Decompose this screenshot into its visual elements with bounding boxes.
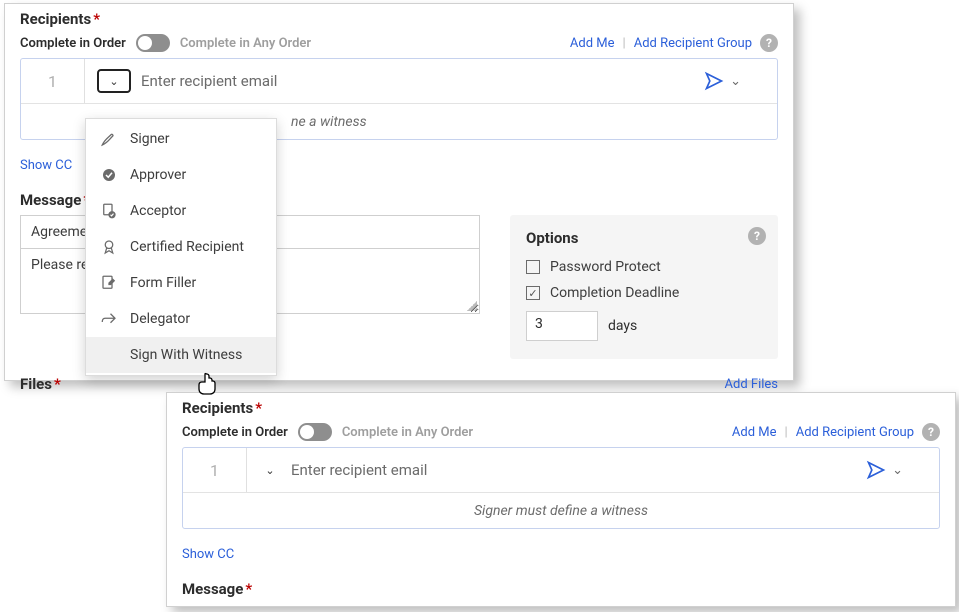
password-checkbox[interactable] (526, 260, 540, 274)
role-picker[interactable]: ⌄ (97, 69, 131, 93)
add-me-link[interactable]: Add Me (732, 425, 777, 440)
complete-any-order-label: Complete in Any Order (180, 36, 311, 51)
required-asterisk: * (245, 580, 252, 598)
chevron-down-icon[interactable]: ⌄ (892, 463, 903, 478)
recipient-row: 1 ⌄ Enter recipient email ⌄ (21, 59, 777, 103)
files-heading: Files* (20, 375, 61, 393)
complete-in-order-label: Complete in Order (20, 36, 126, 51)
days-label: days (608, 318, 637, 334)
add-files-link[interactable]: Add Files (725, 377, 778, 392)
role-option-label: Acceptor (130, 203, 186, 219)
options-card: ? Options Password Protect Completion De… (510, 215, 778, 359)
blank-icon (100, 346, 118, 364)
role-option-label: Approver (130, 167, 186, 183)
required-asterisk: * (93, 10, 100, 28)
days-input[interactable]: 3 (526, 311, 598, 341)
recipient-actions: ⌄ (704, 71, 777, 91)
help-icon[interactable]: ? (760, 34, 778, 52)
files-row: Files* Add Files (20, 375, 778, 393)
toggle-knob (300, 425, 314, 439)
order-right: Add Me | Add Recipient Group ? (570, 34, 778, 52)
forward-icon (100, 310, 118, 328)
recipient-email-input[interactable]: Enter recipient email (141, 72, 704, 90)
role-option-label: Certified Recipient (130, 239, 244, 255)
send-icon[interactable] (704, 71, 724, 91)
role-option-sign-with-witness[interactable]: Sign With Witness (86, 337, 276, 373)
add-me-link[interactable]: Add Me (570, 36, 615, 51)
role-option-label: Sign With Witness (130, 347, 242, 363)
role-option-formfiller[interactable]: Form Filler (86, 265, 276, 301)
role-dropdown: Signer Approver Acceptor Certified Recip… (85, 118, 277, 376)
role-option-approver[interactable]: Approver (86, 157, 276, 193)
help-icon[interactable]: ? (748, 227, 766, 245)
recipient-row: 1 ⌄ Enter recipient email ⌄ (183, 448, 939, 492)
send-icon[interactable] (866, 460, 886, 480)
days-row: 3 days (526, 311, 762, 341)
panel-after: Recipients* Complete in Order Complete i… (166, 392, 956, 607)
recipients-heading-text: Recipients (20, 10, 91, 28)
option-password-row: Password Protect (526, 259, 762, 275)
required-asterisk: * (54, 375, 61, 393)
show-cc-link[interactable]: Show CC (182, 547, 940, 562)
option-deadline-row: Completion Deadline (526, 285, 762, 301)
order-left: Complete in Order Complete in Any Order (20, 34, 311, 52)
files-heading-text: Files (20, 375, 52, 393)
doc-check-icon (100, 202, 118, 220)
separator: | (623, 36, 626, 51)
witness-hint-row: Signer must define a witness (183, 492, 939, 528)
chevron-down-icon[interactable]: ⌄ (730, 74, 741, 89)
recipient-number: 1 (183, 448, 247, 492)
ribbon-icon (100, 238, 118, 256)
complete-in-order-label: Complete in Order (182, 425, 288, 440)
deadline-label: Completion Deadline (550, 285, 679, 301)
order-left: Complete in Order Complete in Any Order (182, 423, 473, 441)
recipient-email-input[interactable]: Enter recipient email (291, 461, 866, 479)
chevron-down-icon: ⌄ (109, 75, 118, 88)
separator: | (785, 425, 788, 440)
role-option-acceptor[interactable]: Acceptor (86, 193, 276, 229)
role-option-label: Delegator (130, 311, 190, 327)
order-row: Complete in Order Complete in Any Order … (182, 423, 940, 441)
recipients-heading: Recipients* (20, 10, 778, 28)
add-recipient-group-link[interactable]: Add Recipient Group (796, 425, 914, 440)
role-option-delegator[interactable]: Delegator (86, 301, 276, 337)
required-asterisk: * (255, 399, 262, 417)
order-right: Add Me | Add Recipient Group ? (732, 423, 940, 441)
check-circle-icon (100, 166, 118, 184)
options-heading: Options (526, 229, 762, 247)
toggle-knob (138, 36, 152, 50)
role-picker[interactable]: ⌄ (259, 458, 281, 482)
recipient-actions: ⌄ (866, 460, 939, 480)
role-option-certified[interactable]: Certified Recipient (86, 229, 276, 265)
add-recipient-group-link[interactable]: Add Recipient Group (634, 36, 752, 51)
message-heading-text: Message (182, 580, 243, 598)
role-option-label: Form Filler (130, 275, 196, 291)
chevron-down-icon: ⌄ (265, 464, 274, 477)
role-option-signer[interactable]: Signer (86, 121, 276, 157)
doc-edit-icon (100, 274, 118, 292)
deadline-checkbox[interactable] (526, 286, 540, 300)
message-heading: Message* (182, 580, 940, 598)
recipients-heading-text: Recipients (182, 399, 253, 417)
password-label: Password Protect (550, 259, 661, 275)
order-toggle[interactable] (298, 423, 332, 441)
order-toggle[interactable] (136, 34, 170, 52)
help-icon[interactable]: ? (922, 423, 940, 441)
panel-before: Recipients* Complete in Order Complete i… (4, 3, 794, 381)
recipients-heading: Recipients* (182, 399, 940, 417)
message-heading-text: Message (20, 191, 81, 209)
recipient-number: 1 (21, 59, 85, 103)
witness-hint-text: ne a witness (291, 114, 367, 130)
order-row: Complete in Order Complete in Any Order … (20, 34, 778, 52)
recipient-box: 1 ⌄ Enter recipient email ⌄ Signer must … (182, 447, 940, 529)
witness-hint-text: Signer must define a witness (474, 503, 648, 519)
complete-any-order-label: Complete in Any Order (342, 425, 473, 440)
role-option-label: Signer (130, 131, 169, 147)
pen-icon (100, 130, 118, 148)
